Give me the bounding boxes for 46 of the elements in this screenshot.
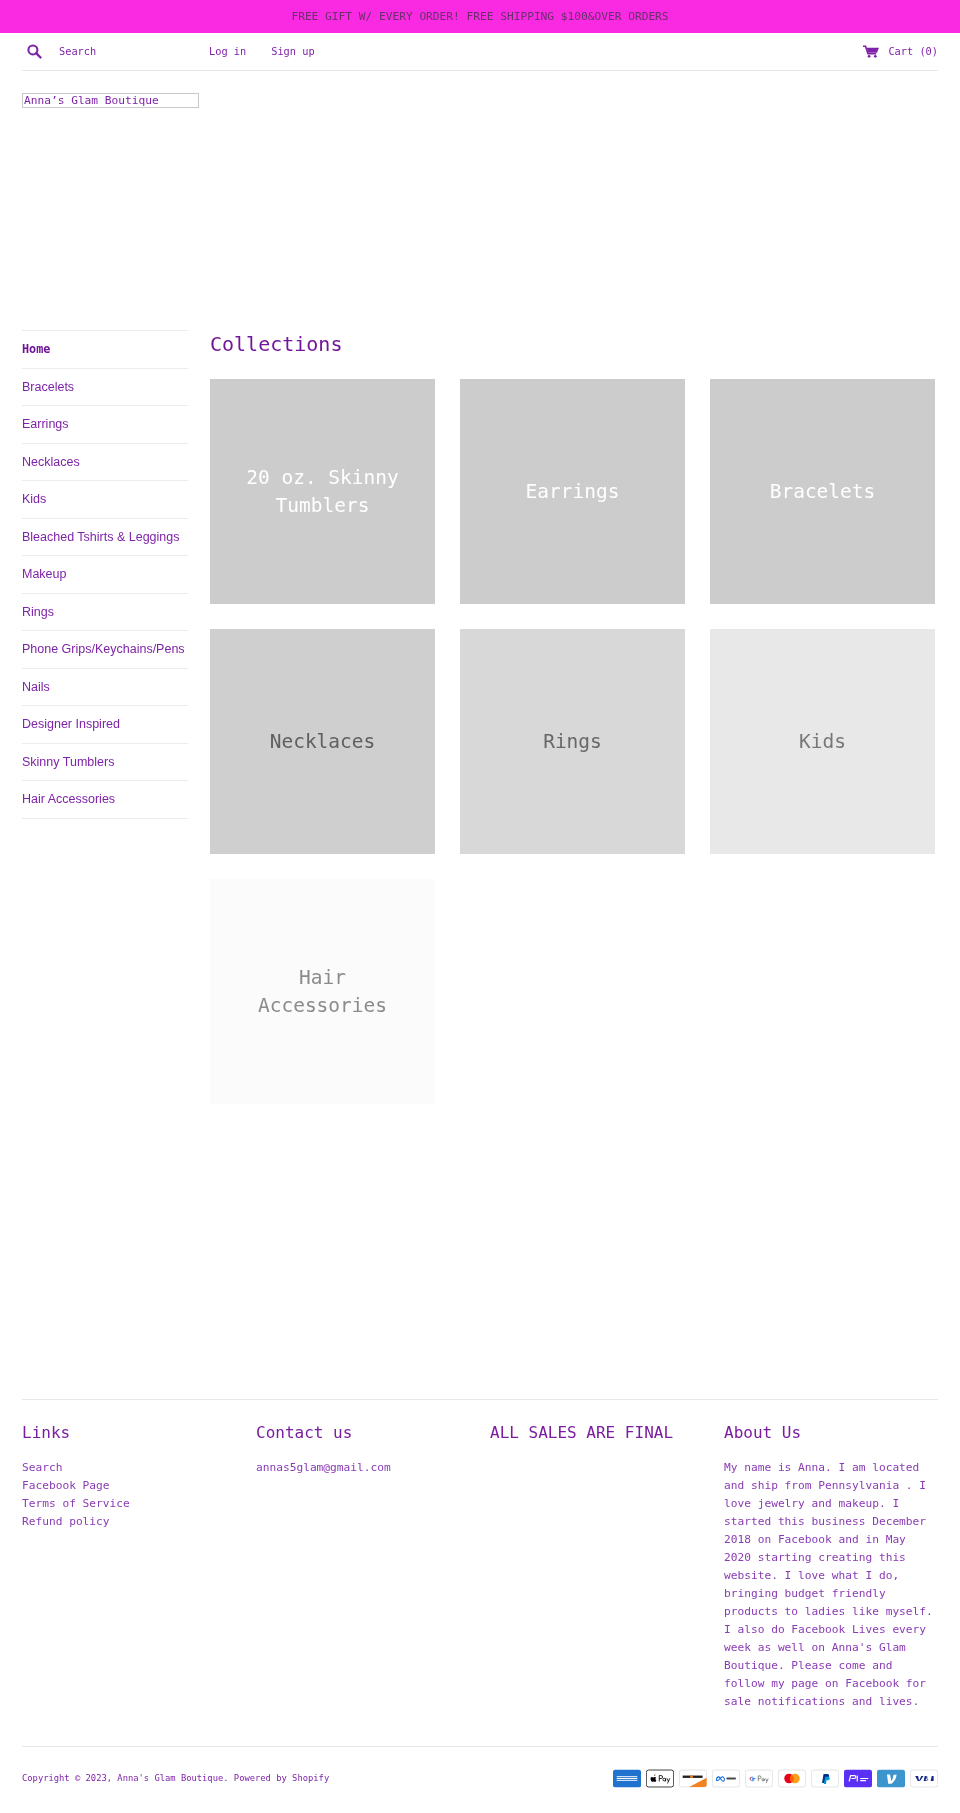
search-field[interactable]: Search <box>59 43 179 60</box>
account-link[interactable]: Sign up <box>271 43 315 60</box>
footer-heading: ALL SALES ARE FINAL <box>490 1422 675 1444</box>
sidebar-item[interactable]: Nails <box>22 668 188 705</box>
payment-method-icon <box>646 1769 674 1788</box>
payment-method-icon <box>844 1769 872 1788</box>
search-icon <box>27 44 42 59</box>
page-title: Collections <box>210 331 344 358</box>
collection-tile[interactable]: Kids <box>710 629 935 854</box>
sidebar-item[interactable]: Phone Grips/Keychains/Pens <box>22 631 188 668</box>
payment-method-icon <box>778 1769 806 1788</box>
footer-link[interactable]: Terms of Service <box>22 1497 130 1510</box>
sidebar-item[interactable]: Kids <box>22 481 188 518</box>
sidebar-item[interactable]: Earrings <box>22 406 188 443</box>
footer-link[interactable]: Facebook Page <box>22 1479 110 1492</box>
footer-heading: Contact us <box>256 1422 354 1444</box>
collection-tile[interactable]: Rings <box>460 629 685 854</box>
sidebar-item[interactable]: Home <box>22 331 188 368</box>
payment-method-icon <box>613 1769 641 1788</box>
sidebar-item[interactable]: Necklaces <box>22 443 188 480</box>
footer-text: My name is Anna. I am located and ship from Pennsylvania . I love jewelry and makeup. I started this business December 2018 on Facebook and in May 2020 starting creating this website. I love what I do, bringing budget friendly products to ladies like myself. I also do Facebook Lives every week as well on Anna's Glam Boutique. Please come and follow my page on Facebook for sale notifications and lives. <box>724 1460 934 1710</box>
payment-method-icon <box>910 1769 938 1788</box>
sidebar-item[interactable]: Makeup <box>22 556 188 593</box>
sidebar-item[interactable]: Bracelets <box>22 368 188 405</box>
sidebar-item[interactable]: Rings <box>22 593 188 630</box>
account-link[interactable]: Log in <box>209 43 247 60</box>
sidebar-item[interactable]: Hair Accessories <box>22 781 188 818</box>
cart-icon <box>863 45 880 58</box>
store-logo[interactable]: Anna’s Glam Boutique <box>22 93 199 108</box>
footer-heading: Links <box>22 1422 72 1444</box>
payment-method-icon <box>811 1769 839 1788</box>
sidebar-item[interactable]: Skinny Tumblers <box>22 743 188 780</box>
payment-method-icon <box>745 1769 773 1788</box>
collection-tile[interactable]: Necklaces <box>210 629 435 854</box>
cart-link[interactable]: Cart (0) <box>863 43 938 60</box>
footer-link[interactable]: Refund policy <box>22 1515 110 1528</box>
payment-method-icon <box>877 1769 905 1788</box>
copyright-text: Copyright © 2023, Anna's Glam Boutique. Powered by Shopify <box>22 1771 330 1785</box>
announcement-text: FREE GIFT W/ EVERY ORDER! FREE SHIPPING $100&OVER ORDERS <box>291 10 669 23</box>
footer-link[interactable]: Search <box>22 1461 63 1474</box>
sidebar-item[interactable]: Bleached Tshirts & Leggings <box>22 518 188 555</box>
footer-heading: About Us <box>724 1422 803 1444</box>
footer-text: annas5glam@gmail.com <box>256 1460 392 1476</box>
payment-method-icon <box>712 1769 740 1788</box>
payment-method-icon <box>679 1769 707 1788</box>
sidebar-item[interactable]: Designer Inspired <box>22 706 188 743</box>
